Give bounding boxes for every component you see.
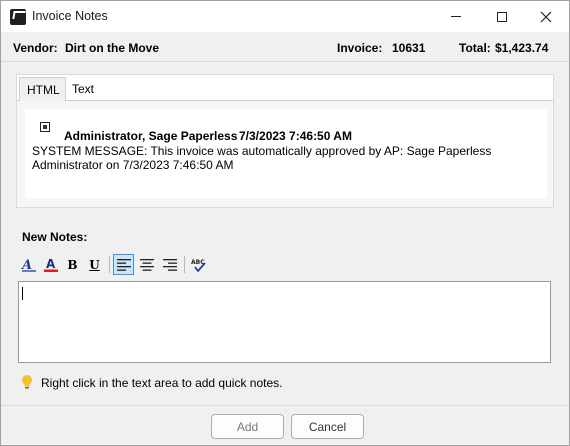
font-color-button[interactable]: A — [40, 254, 61, 275]
note-author: Administrator, Sage Paperless — [64, 129, 238, 143]
spellcheck-button[interactable]: ABC — [188, 254, 209, 275]
maximize-button[interactable] — [479, 1, 525, 32]
font-style-icon: A — [21, 258, 36, 273]
align-right-icon — [162, 258, 177, 271]
notes-history-view[interactable]: Administrator, Sage Paperless 7/3/2023 7… — [25, 109, 547, 198]
toolbar-separator — [184, 256, 185, 273]
new-notes-label: New Notes: — [22, 230, 88, 244]
total-label: Total: — [459, 41, 491, 55]
align-left-button[interactable] — [113, 254, 134, 275]
note-type-icon — [40, 122, 50, 132]
footer-divider — [1, 405, 569, 406]
note-timestamp: 7/3/2023 7:46:50 AM — [239, 129, 352, 143]
underline-button[interactable]: U — [84, 254, 105, 275]
invoice-header: Vendor: Dirt on the Move Invoice: 10631 … — [1, 32, 569, 62]
bold-button[interactable]: B — [62, 254, 83, 275]
title-bar[interactable]: Invoice Notes — [1, 1, 569, 32]
spellcheck-icon: ABC — [191, 259, 206, 272]
toolbar-separator — [109, 256, 110, 273]
app-logo-icon — [10, 9, 26, 25]
maximize-icon — [497, 11, 507, 22]
lightbulb-icon — [22, 375, 32, 389]
svg-text:A: A — [46, 257, 56, 271]
add-button[interactable]: Add — [211, 414, 284, 439]
vendor-label: Vendor: — [13, 41, 58, 55]
formatting-toolbar: A A B U ABC — [16, 253, 216, 277]
font-style-button[interactable]: A — [18, 254, 39, 275]
vendor-value: Dirt on the Move — [65, 41, 160, 55]
align-right-button[interactable] — [159, 254, 180, 275]
close-icon — [540, 11, 552, 22]
total-value: $1,423.74 — [495, 41, 549, 55]
tab-html[interactable]: HTML — [19, 77, 66, 101]
align-center-icon — [139, 258, 154, 271]
notes-tabs-panel: HTML Text Administrator, Sage Paperless … — [16, 74, 554, 208]
invoice-label: Invoice: — [337, 41, 383, 55]
invoice-number: 10631 — [392, 41, 426, 55]
invoice-notes-window: Invoice Notes Vendor: Dirt on the Move I… — [0, 0, 570, 446]
window-title: Invoice Notes — [32, 9, 108, 23]
align-center-button[interactable] — [136, 254, 157, 275]
tab-bar: HTML Text — [17, 75, 553, 101]
minimize-icon — [451, 16, 461, 17]
cancel-button[interactable]: Cancel — [291, 414, 364, 439]
text-caret — [22, 287, 23, 300]
quick-notes-hint: Right click in the text area to add quic… — [41, 376, 283, 390]
align-left-icon — [116, 258, 131, 271]
minimize-button[interactable] — [433, 1, 479, 32]
tab-text[interactable]: Text — [65, 77, 105, 101]
font-color-icon: A — [43, 257, 58, 272]
close-button[interactable] — [523, 1, 569, 32]
new-notes-editor[interactable] — [18, 281, 551, 363]
note-body: SYSTEM MESSAGE: This invoice was automat… — [32, 144, 492, 172]
